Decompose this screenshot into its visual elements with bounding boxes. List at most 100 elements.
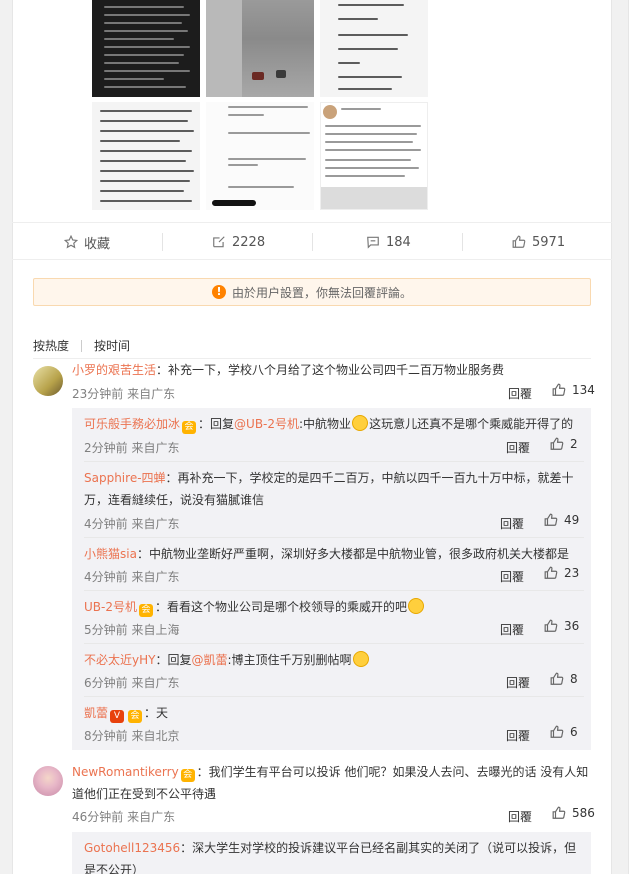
reply-meta: 5分钟前 来自上海 — [84, 623, 180, 637]
thumbs-up-icon — [550, 725, 564, 738]
reply-username[interactable]: UB-2号机 — [84, 600, 137, 614]
comment-text: 小罗的艰苦生活：补充一下，学校八个月给了这个物业公司四千二百万物业服务费 — [72, 359, 592, 381]
reply-text: UB-2号机会：看看这个物业公司是哪个校领导的乘威开的吧 — [84, 596, 584, 618]
like-button[interactable]: 5971 — [512, 223, 565, 261]
like-count: 5971 — [532, 234, 566, 250]
favorite-button[interactable]: 收藏 — [64, 223, 110, 261]
comment-text: NewRomantikerry 会：我们学生有平台可以投诉 他们呢？如果没人去问、… — [72, 761, 590, 805]
reply-like-button[interactable]: 8 — [550, 672, 578, 686]
repost-count: 2228 — [232, 234, 266, 250]
avatar[interactable] — [33, 766, 63, 796]
mention-link[interactable]: @UB-2号机 — [234, 417, 299, 431]
reply-username[interactable]: 可乐般手務必加冰 — [84, 417, 180, 431]
reply-body: ：看看这个物业公司是哪个校领导的乘威开的吧 — [154, 600, 407, 614]
avatar[interactable] — [33, 366, 63, 396]
sort-by-hot-tab[interactable]: 按热度 — [33, 337, 69, 354]
like-count: 23 — [564, 566, 580, 580]
divider — [84, 590, 584, 591]
reply-like-button[interactable]: 6 — [550, 725, 578, 739]
like-count: 2 — [570, 437, 578, 451]
reply-username[interactable]: 不必太近yHY — [84, 653, 155, 667]
thumbs-up-icon — [552, 806, 566, 819]
divider — [81, 339, 83, 352]
sort-by-time-tab[interactable]: 按时间 — [94, 337, 130, 354]
comment-like-button[interactable]: 134 — [552, 383, 595, 397]
reply-meta: 2分钟前 来自广东 — [84, 441, 180, 455]
reply-button[interactable]: 回覆 — [506, 727, 530, 744]
reply-username[interactable]: Gotohell123456 — [84, 841, 180, 855]
reply-button[interactable]: 回覆 — [506, 674, 530, 691]
comment-icon — [367, 236, 379, 249]
emoji-icon — [408, 598, 424, 614]
repost-button[interactable]: 2228 — [212, 223, 265, 261]
comment-like-button[interactable]: 586 — [552, 806, 595, 820]
thumbs-up-icon — [544, 566, 558, 579]
notice-text: 由於用户設置，你無法回覆評論。 — [231, 285, 412, 300]
emoji-icon — [352, 651, 369, 667]
reply-like-button[interactable]: 49 — [544, 513, 579, 527]
reply-text: 可乐般手務必加冰会：回复@UB-2号机:中航物业 这玩意儿还真不是哪个乘威能开得了… — [84, 415, 574, 434]
favorite-label: 收藏 — [84, 236, 111, 252]
reply-disabled-notice: ! 由於用户設置，你無法回覆評論。 — [33, 278, 591, 306]
reply-button[interactable]: 回覆 — [500, 621, 524, 638]
reply-like-button[interactable]: 36 — [544, 619, 579, 633]
vip-badge-icon: 会 — [128, 710, 143, 723]
thumbs-up-icon — [550, 672, 564, 685]
post-image-1[interactable] — [92, 0, 200, 97]
like-count: 8 — [570, 672, 578, 686]
reply-text: Gotohell123456：深大学生对学校的投诉建议平台已经名副其实的关闭了（… — [84, 837, 584, 874]
reply-text: 小熊猫sia：中航物业垄断好严重啊，深圳好多大楼都是中航物业管，很多政府机关大楼… — [84, 543, 584, 565]
like-count: 49 — [564, 513, 580, 527]
divider — [84, 643, 584, 644]
reply-button[interactable]: 回覆 — [500, 568, 524, 585]
comment-username[interactable]: NewRomantikerry — [72, 765, 179, 779]
comment-body: ：补充一下，学校八个月给了这个物业公司四千二百万物业服务费 — [156, 363, 505, 377]
right-column-edge — [628, 0, 636, 874]
comment-username[interactable]: 小罗的艰苦生活 — [72, 363, 156, 377]
comment-sort-tabs: 按热度 按时间 — [33, 337, 130, 354]
reply-username[interactable]: Sapphire-四蝉 — [84, 471, 166, 485]
reply-body: ：天 — [144, 706, 169, 720]
reply-text: Sapphire-四蝉：再补充一下，学校定的是四千二百万，中航以四千一百九十万中… — [84, 467, 584, 511]
divider — [84, 537, 584, 538]
reply-body: ：中航物业垄断好严重啊，深圳好多大楼都是中航物业管，很多政府机关大楼都是 — [136, 547, 569, 561]
comment-count: 184 — [386, 234, 411, 250]
like-count: 586 — [572, 806, 595, 820]
verified-badge-icon: V — [110, 710, 125, 723]
mention-link[interactable]: @凱蕾 — [191, 653, 227, 667]
reply-button[interactable]: 回覆 — [508, 385, 532, 402]
emoji-icon — [352, 415, 369, 431]
post-image-3[interactable] — [320, 0, 428, 97]
like-count: 6 — [570, 725, 578, 739]
comment-meta: 23分钟前 来自广东 — [72, 387, 176, 401]
repost-icon — [213, 236, 225, 248]
vip-badge-icon: 会 — [180, 769, 195, 782]
like-count: 36 — [564, 619, 580, 633]
warning-icon: ! — [211, 285, 226, 299]
reply-button[interactable]: 回覆 — [500, 515, 524, 532]
comment-meta: 46分钟前 来自广东 — [72, 810, 176, 824]
reply-button[interactable]: 回覆 — [506, 439, 530, 456]
comment-button[interactable]: 184 — [366, 223, 411, 261]
reply-meta: 4分钟前 来自广东 — [84, 517, 180, 531]
star-icon — [64, 235, 78, 249]
divider — [462, 233, 463, 251]
reply-meta: 6分钟前 来自广东 — [84, 676, 180, 690]
post-image-5[interactable] — [206, 102, 314, 210]
reply-body: :博主顶住千万别删帖啊 — [227, 653, 352, 667]
post-image-6[interactable] — [320, 102, 428, 210]
thumbs-up-icon — [550, 437, 564, 450]
reply-text: 凱蕾 V 会：天 — [84, 702, 584, 724]
post-image-4[interactable] — [92, 102, 200, 210]
reply-like-button[interactable]: 23 — [544, 566, 579, 580]
reply-username[interactable]: 小熊猫sia — [84, 547, 137, 561]
divider — [162, 233, 163, 251]
divider — [84, 461, 584, 462]
reply-username[interactable]: 凱蕾 — [84, 706, 108, 720]
reply-like-button[interactable]: 2 — [550, 437, 578, 451]
post-image-2[interactable] — [206, 0, 314, 97]
thumbs-up-icon — [544, 513, 558, 526]
vip-badge-icon: 会 — [182, 421, 197, 434]
vip-badge-icon: 会 — [138, 604, 153, 617]
reply-button[interactable]: 回覆 — [508, 808, 532, 825]
